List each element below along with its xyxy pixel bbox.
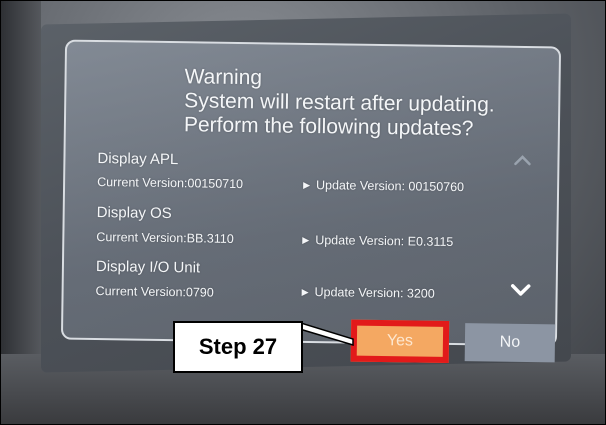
- current-version: Current Version:00150710: [97, 175, 244, 192]
- update-version-row: ▶ Update Version: E0.3115: [302, 233, 453, 249]
- play-arrow-icon: ▶: [303, 179, 311, 190]
- chevron-up-icon[interactable]: [513, 154, 531, 166]
- screenshot-frame: Warning System will restart after updati…: [0, 0, 606, 425]
- update-item-name: Display I/O Unit: [95, 258, 201, 277]
- chevron-down-icon[interactable]: [510, 282, 532, 298]
- update-item-name: Display OS: [96, 204, 172, 223]
- update-warning-dialog: Warning System will restart after updati…: [60, 39, 562, 363]
- update-version: Update Version: 3200: [314, 285, 435, 301]
- update-version-row: ▶ Update Version: 00150760: [303, 178, 464, 194]
- dialog-title: Warning: [184, 65, 263, 90]
- update-version-row: ▶ Update Version: 3200: [302, 285, 435, 301]
- dialog-message-line2: Perform the following updates?: [183, 113, 474, 141]
- update-version: Update Version: 00150760: [315, 178, 465, 195]
- current-version: Current Version:BB.3110: [96, 230, 234, 246]
- step-callout: Step 27: [173, 321, 303, 373]
- no-button[interactable]: No: [464, 323, 556, 363]
- play-arrow-icon: ▶: [301, 286, 309, 297]
- current-version: Current Version:0790: [95, 284, 214, 300]
- play-arrow-icon: ▶: [302, 234, 310, 245]
- yes-button[interactable]: Yes: [350, 319, 450, 363]
- update-version: Update Version: E0.3115: [315, 233, 454, 249]
- update-item-name: Display APL: [97, 150, 179, 169]
